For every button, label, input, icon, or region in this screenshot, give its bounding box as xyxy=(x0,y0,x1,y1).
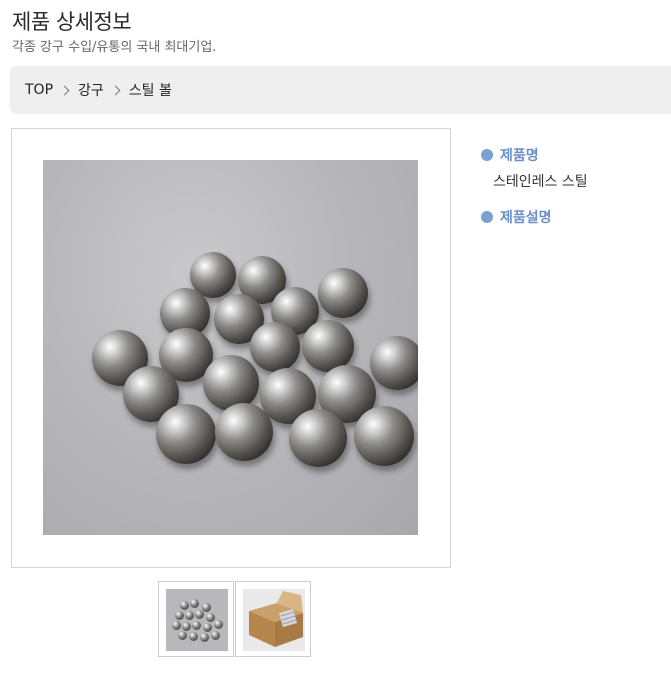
main-image-frame xyxy=(11,128,451,568)
product-name-value: 스테인레스 스틸 xyxy=(493,174,588,190)
thumbnail-steel-balls[interactable] xyxy=(158,581,234,657)
circle-bullet-icon xyxy=(481,211,493,223)
chevron-right-icon xyxy=(59,85,70,95)
product-name-label: 제품명 xyxy=(500,148,539,164)
product-info: 제품명 스테인레스 스틸 제품설명 xyxy=(481,145,588,227)
breadcrumb-current[interactable]: 스틸 볼 xyxy=(129,80,172,100)
breadcrumb: TOP 강구 스틸 볼 xyxy=(10,66,671,114)
thumbnail-product-box[interactable] xyxy=(235,581,311,657)
chevron-right-icon xyxy=(110,85,121,95)
page-subtitle: 각종 강구 수입/유통의 국내 최대기업. xyxy=(12,40,217,55)
page-title: 제품 상세정보 xyxy=(12,10,132,34)
product-description-label: 제품설명 xyxy=(500,210,552,226)
breadcrumb-top[interactable]: TOP xyxy=(25,82,53,98)
main-product-image[interactable] xyxy=(43,160,418,535)
breadcrumb-category[interactable]: 강구 xyxy=(78,80,104,100)
circle-bullet-icon xyxy=(481,149,493,161)
thumbnail-strip xyxy=(158,581,311,657)
